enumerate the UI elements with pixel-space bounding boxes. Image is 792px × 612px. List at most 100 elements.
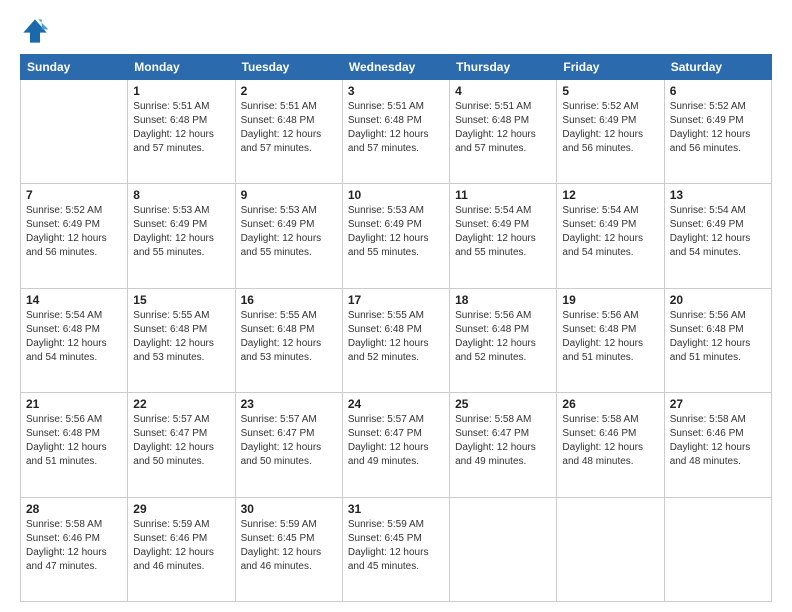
calendar-cell: 17 Sunrise: 5:55 AMSunset: 6:48 PMDayligh…	[342, 288, 449, 392]
day-info: Sunrise: 5:51 AMSunset: 6:48 PMDaylight:…	[455, 100, 551, 156]
day-info: Sunrise: 5:54 AMSunset: 6:49 PMDaylight:…	[562, 204, 658, 260]
day-info: Sunrise: 5:58 AMSunset: 6:46 PMDaylight:…	[670, 413, 766, 469]
day-info: Sunrise: 5:51 AMSunset: 6:48 PMDaylight:…	[133, 100, 229, 156]
week-row-5: 28 Sunrise: 5:58 AMSunset: 6:46 PMDayligh…	[21, 497, 772, 601]
day-info: Sunrise: 5:58 AMSunset: 6:46 PMDaylight:…	[562, 413, 658, 469]
day-number: 30	[241, 502, 337, 516]
calendar-cell: 25 Sunrise: 5:58 AMSunset: 6:47 PMDayligh…	[450, 393, 557, 497]
calendar-cell: 7 Sunrise: 5:52 AMSunset: 6:49 PMDaylight…	[21, 184, 128, 288]
day-info: Sunrise: 5:57 AMSunset: 6:47 PMDaylight:…	[133, 413, 229, 469]
day-number: 6	[670, 84, 766, 98]
day-number: 4	[455, 84, 551, 98]
day-info: Sunrise: 5:51 AMSunset: 6:48 PMDaylight:…	[241, 100, 337, 156]
calendar-cell: 18Sunrise: 5:56 AMSunset: 6:48 PMDayligh…	[450, 288, 557, 392]
day-number: 22	[133, 397, 229, 411]
calendar-cell: 13Sunrise: 5:54 AMSunset: 6:49 PMDayligh…	[664, 184, 771, 288]
day-info: Sunrise: 5:59 AMSunset: 6:45 PMDaylight:…	[241, 518, 337, 574]
calendar-cell: 28 Sunrise: 5:58 AMSunset: 6:46 PMDayligh…	[21, 497, 128, 601]
calendar-cell: 24 Sunrise: 5:57 AMSunset: 6:47 PMDayligh…	[342, 393, 449, 497]
calendar-cell: 29 Sunrise: 5:59 AMSunset: 6:46 PMDayligh…	[128, 497, 235, 601]
day-info: Sunrise: 5:59 AMSunset: 6:46 PMDaylight:…	[133, 518, 229, 574]
calendar-cell	[450, 497, 557, 601]
calendar-cell: 2 Sunrise: 5:51 AMSunset: 6:48 PMDaylight…	[235, 80, 342, 184]
day-header-wednesday: Wednesday	[342, 55, 449, 80]
week-row-3: 14 Sunrise: 5:54 AMSunset: 6:48 PMDayligh…	[21, 288, 772, 392]
day-number: 2	[241, 84, 337, 98]
day-info: Sunrise: 5:55 AMSunset: 6:48 PMDaylight:…	[348, 309, 444, 365]
day-info: Sunrise: 5:53 AMSunset: 6:49 PMDaylight:…	[133, 204, 229, 260]
day-number: 26	[562, 397, 658, 411]
day-number: 14	[26, 293, 122, 307]
day-header-monday: Monday	[128, 55, 235, 80]
calendar-cell: 16 Sunrise: 5:55 AMSunset: 6:48 PMDayligh…	[235, 288, 342, 392]
calendar-cell: 21Sunrise: 5:56 AMSunset: 6:48 PMDayligh…	[21, 393, 128, 497]
day-number: 16	[241, 293, 337, 307]
day-number: 15	[133, 293, 229, 307]
day-info: Sunrise: 5:54 AMSunset: 6:49 PMDaylight:…	[455, 204, 551, 260]
calendar-cell: 9Sunrise: 5:53 AMSunset: 6:49 PMDaylight…	[235, 184, 342, 288]
day-info: Sunrise: 5:57 AMSunset: 6:47 PMDaylight:…	[348, 413, 444, 469]
day-number: 24	[348, 397, 444, 411]
day-number: 10	[348, 188, 444, 202]
day-info: Sunrise: 5:58 AMSunset: 6:46 PMDaylight:…	[26, 518, 122, 574]
day-header-thursday: Thursday	[450, 55, 557, 80]
day-info: Sunrise: 5:52 AMSunset: 6:49 PMDaylight:…	[26, 204, 122, 260]
day-number: 29	[133, 502, 229, 516]
day-number: 28	[26, 502, 122, 516]
calendar-cell: 19 Sunrise: 5:56 AMSunset: 6:48 PMDayligh…	[557, 288, 664, 392]
calendar-cell	[664, 497, 771, 601]
day-info: Sunrise: 5:52 AMSunset: 6:49 PMDaylight:…	[562, 100, 658, 156]
day-number: 3	[348, 84, 444, 98]
day-info: Sunrise: 5:59 AMSunset: 6:45 PMDaylight:…	[348, 518, 444, 574]
calendar-cell	[557, 497, 664, 601]
day-number: 13	[670, 188, 766, 202]
calendar-cell: 27 Sunrise: 5:58 AMSunset: 6:46 PMDayligh…	[664, 393, 771, 497]
week-row-1: 1Sunrise: 5:51 AMSunset: 6:48 PMDaylight…	[21, 80, 772, 184]
day-header-friday: Friday	[557, 55, 664, 80]
day-number: 7	[26, 188, 122, 202]
day-number: 31	[348, 502, 444, 516]
calendar-cell: 11 Sunrise: 5:54 AMSunset: 6:49 PMDayligh…	[450, 184, 557, 288]
calendar-cell: 26 Sunrise: 5:58 AMSunset: 6:46 PMDayligh…	[557, 393, 664, 497]
calendar-cell: 3Sunrise: 5:51 AMSunset: 6:48 PMDaylight…	[342, 80, 449, 184]
calendar-cell: 30 Sunrise: 5:59 AMSunset: 6:45 PMDayligh…	[235, 497, 342, 601]
day-number: 12	[562, 188, 658, 202]
day-number: 9	[241, 188, 337, 202]
calendar-cell: 12 Sunrise: 5:54 AMSunset: 6:49 PMDayligh…	[557, 184, 664, 288]
week-row-4: 21Sunrise: 5:56 AMSunset: 6:48 PMDayligh…	[21, 393, 772, 497]
day-number: 19	[562, 293, 658, 307]
day-number: 21	[26, 397, 122, 411]
calendar-cell: 5 Sunrise: 5:52 AMSunset: 6:49 PMDaylight…	[557, 80, 664, 184]
day-header-sunday: Sunday	[21, 55, 128, 80]
day-number: 17	[348, 293, 444, 307]
day-info: Sunrise: 5:53 AMSunset: 6:49 PMDaylight:…	[348, 204, 444, 260]
day-info: Sunrise: 5:57 AMSunset: 6:47 PMDaylight:…	[241, 413, 337, 469]
logo	[20, 16, 54, 46]
calendar-cell: 22 Sunrise: 5:57 AMSunset: 6:47 PMDayligh…	[128, 393, 235, 497]
day-number: 5	[562, 84, 658, 98]
calendar-cell: 14 Sunrise: 5:54 AMSunset: 6:48 PMDayligh…	[21, 288, 128, 392]
page: SundayMondayTuesdayWednesdayThursdayFrid…	[0, 0, 792, 612]
calendar-cell: 4 Sunrise: 5:51 AMSunset: 6:48 PMDaylight…	[450, 80, 557, 184]
day-info: Sunrise: 5:55 AMSunset: 6:48 PMDaylight:…	[241, 309, 337, 365]
day-info: Sunrise: 5:58 AMSunset: 6:47 PMDaylight:…	[455, 413, 551, 469]
calendar-header-row: SundayMondayTuesdayWednesdayThursdayFrid…	[21, 55, 772, 80]
day-number: 11	[455, 188, 551, 202]
calendar-cell	[21, 80, 128, 184]
logo-icon	[20, 16, 50, 46]
day-info: Sunrise: 5:52 AMSunset: 6:49 PMDaylight:…	[670, 100, 766, 156]
calendar-cell: 1Sunrise: 5:51 AMSunset: 6:48 PMDaylight…	[128, 80, 235, 184]
day-number: 23	[241, 397, 337, 411]
calendar-cell: 31 Sunrise: 5:59 AMSunset: 6:45 PMDayligh…	[342, 497, 449, 601]
day-info: Sunrise: 5:55 AMSunset: 6:48 PMDaylight:…	[133, 309, 229, 365]
calendar-cell: 20Sunrise: 5:56 AMSunset: 6:48 PMDayligh…	[664, 288, 771, 392]
calendar-cell: 10 Sunrise: 5:53 AMSunset: 6:49 PMDayligh…	[342, 184, 449, 288]
day-number: 27	[670, 397, 766, 411]
header	[20, 16, 772, 46]
day-number: 20	[670, 293, 766, 307]
day-info: Sunrise: 5:54 AMSunset: 6:48 PMDaylight:…	[26, 309, 122, 365]
day-info: Sunrise: 5:56 AMSunset: 6:48 PMDaylight:…	[455, 309, 551, 365]
day-number: 25	[455, 397, 551, 411]
calendar-cell: 15 Sunrise: 5:55 AMSunset: 6:48 PMDayligh…	[128, 288, 235, 392]
day-info: Sunrise: 5:56 AMSunset: 6:48 PMDaylight:…	[562, 309, 658, 365]
